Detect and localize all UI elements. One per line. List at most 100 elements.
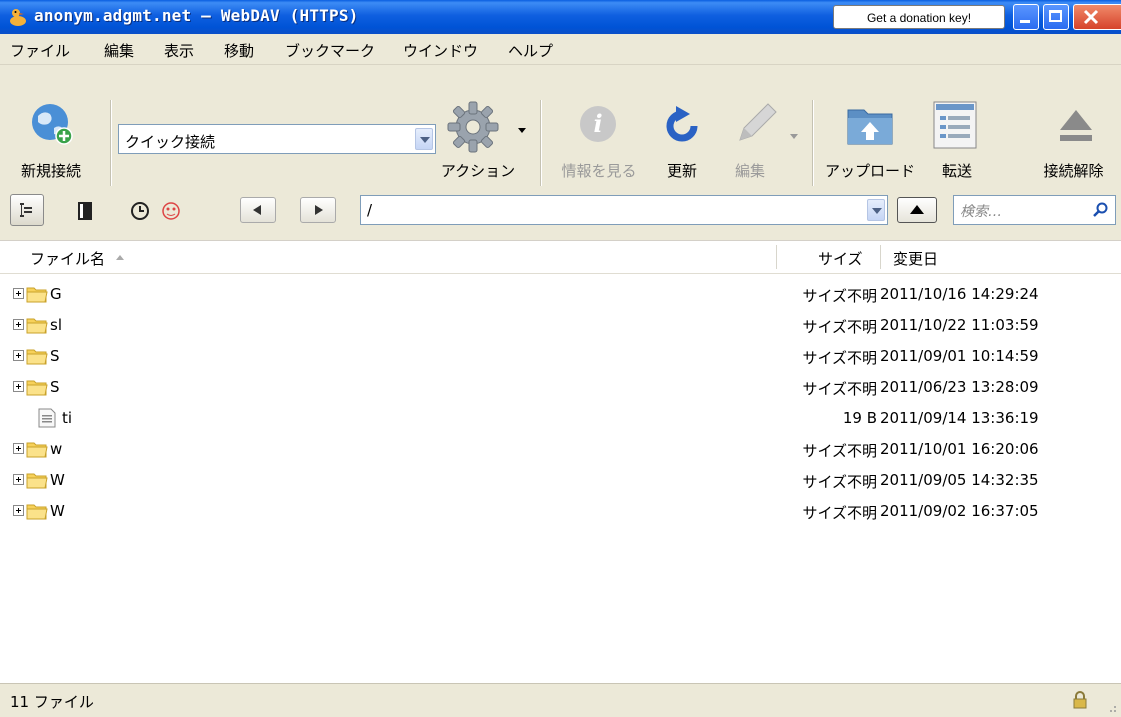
disconnect-label: 接続解除 <box>1043 162 1104 180</box>
edit-label: 編集 <box>734 162 765 180</box>
transfer-label: 転送 <box>941 162 972 180</box>
file-modified: 2011/10/22 11:03:59 <box>880 316 1039 334</box>
eject-icon <box>1060 110 1092 141</box>
gear-icon <box>447 101 499 153</box>
table-row[interactable]: W サイズ不明 2011/09/05 14:32:35 <box>0 465 1121 496</box>
action-label: アクション <box>440 162 516 180</box>
file-name: sl <box>50 316 62 334</box>
toolbar-divider <box>110 100 112 186</box>
table-row[interactable]: W サイズ不明 2011/09/02 16:37:05 <box>0 496 1121 527</box>
menu-view[interactable]: 表示 <box>164 40 194 61</box>
chevron-down-icon[interactable] <box>867 199 885 221</box>
folder-icon <box>26 442 48 458</box>
upload-label: アップロード <box>824 162 915 180</box>
resize-grip-icon[interactable] <box>1105 701 1117 713</box>
file-modified: 2011/06/23 13:28:09 <box>880 378 1039 396</box>
close-button[interactable] <box>1073 4 1121 30</box>
globe-plus-icon <box>32 104 73 145</box>
file-name: w <box>50 440 63 458</box>
file-size: サイズ不明 <box>802 473 877 491</box>
folder-icon <box>26 318 48 334</box>
menu-bookmarks[interactable]: ブックマーク <box>285 40 375 61</box>
folder-icon <box>26 287 48 303</box>
caret-down-icon <box>518 128 526 133</box>
status-bar: 11 ファイル <box>0 683 1121 717</box>
minimize-button[interactable] <box>1013 4 1039 30</box>
action-button[interactable]: アクション <box>438 92 528 192</box>
file-size: サイズ不明 <box>802 287 877 305</box>
bookmark-icon[interactable] <box>74 200 96 222</box>
expand-icon[interactable] <box>13 505 24 516</box>
refresh-button[interactable]: 更新 <box>652 92 712 192</box>
search-input[interactable]: 検索… <box>953 195 1116 225</box>
table-row[interactable]: G サイズ不明 2011/10/16 14:29:24 <box>0 279 1121 310</box>
back-button[interactable] <box>240 197 276 223</box>
file-name: G <box>50 285 62 303</box>
menu-bar: ファイル 編集 表示 移動 ブックマーク ウインドウ ヘルプ <box>0 34 1121 65</box>
table-row[interactable]: ti 19 B 2011/09/14 13:36:19 <box>0 403 1121 434</box>
duck-icon <box>10 9 26 26</box>
file-modified: 2011/10/16 14:29:24 <box>880 285 1039 303</box>
column-filename[interactable]: ファイル名 <box>30 248 105 269</box>
file-modified: 2011/09/02 16:37:05 <box>880 502 1039 520</box>
file-size: サイズ不明 <box>802 318 877 336</box>
new-connection-label: 新規接続 <box>20 162 81 180</box>
folder-icon <box>26 504 48 520</box>
donation-key-button[interactable]: Get a donation key! <box>833 5 1005 29</box>
new-connection-button[interactable]: 新規接続 <box>6 92 96 192</box>
browser-view-button[interactable] <box>10 194 44 226</box>
expand-icon[interactable] <box>13 288 24 299</box>
title-bar[interactable]: anonym.adgmt.net – WebDAV (HTTPS) Get a … <box>0 0 1121 34</box>
transfer-button[interactable]: 転送 <box>922 92 992 192</box>
menu-edit[interactable]: 編集 <box>104 40 134 61</box>
parent-directory-button[interactable] <box>897 197 937 223</box>
file-name: W <box>50 471 65 489</box>
expand-icon[interactable] <box>13 319 24 330</box>
table-row[interactable]: sl サイズ不明 2011/10/22 11:03:59 <box>0 310 1121 341</box>
quick-connect-combo[interactable]: クイック接続 <box>118 124 436 154</box>
menu-help[interactable]: ヘルプ <box>508 40 553 61</box>
file-size: サイズ不明 <box>802 504 877 522</box>
search-icon[interactable] <box>1093 202 1109 218</box>
info-button[interactable]: i 情報を見る <box>552 92 646 192</box>
refresh-label: 更新 <box>666 162 697 180</box>
file-list[interactable]: ファイル名 サイズ 変更日 G サイズ不明 2011/10/16 14:29:2… <box>0 240 1121 684</box>
expand-icon[interactable] <box>13 381 24 392</box>
pencil-icon <box>739 103 777 141</box>
refresh-icon <box>666 106 698 142</box>
table-row[interactable]: S サイズ不明 2011/06/23 13:28:09 <box>0 372 1121 403</box>
disconnect-button[interactable]: 接続解除 <box>1026 92 1121 192</box>
expand-icon[interactable] <box>13 474 24 485</box>
forward-button[interactable] <box>300 197 336 223</box>
expand-icon[interactable] <box>13 350 24 361</box>
search-placeholder: 検索… <box>960 204 1002 220</box>
upload-folder-icon <box>847 109 893 145</box>
file-size: サイズ不明 <box>802 380 877 398</box>
upload-button[interactable]: アップロード <box>820 92 920 192</box>
path-field[interactable]: / <box>360 195 888 225</box>
maximize-button[interactable] <box>1043 4 1069 30</box>
info-icon: i <box>580 106 616 142</box>
column-size[interactable]: サイズ <box>818 248 863 269</box>
arrow-left-icon <box>253 205 261 215</box>
menu-file[interactable]: ファイル <box>10 40 70 61</box>
chevron-down-icon[interactable] <box>415 128 433 150</box>
menu-window[interactable]: ウインドウ <box>403 40 478 61</box>
table-row[interactable]: w サイズ不明 2011/10/01 16:20:06 <box>0 434 1121 465</box>
text-file-icon <box>38 408 56 428</box>
quick-connect-value: クイック接続 <box>125 133 216 151</box>
menu-go[interactable]: 移動 <box>224 40 254 61</box>
column-divider[interactable] <box>880 245 881 269</box>
bonjour-icon[interactable] <box>160 200 182 222</box>
history-clock-icon[interactable] <box>129 200 151 222</box>
table-row[interactable]: S サイズ不明 2011/09/01 10:14:59 <box>0 341 1121 372</box>
column-divider[interactable] <box>776 245 777 269</box>
expand-icon[interactable] <box>13 443 24 454</box>
sort-ascending-icon <box>116 255 124 260</box>
path-value: / <box>367 201 373 219</box>
edit-button[interactable]: 編集 <box>720 92 800 192</box>
info-label: 情報を見る <box>561 162 637 180</box>
file-name: W <box>50 502 65 520</box>
file-modified: 2011/09/01 10:14:59 <box>880 347 1039 365</box>
column-modified[interactable]: 変更日 <box>893 248 938 269</box>
